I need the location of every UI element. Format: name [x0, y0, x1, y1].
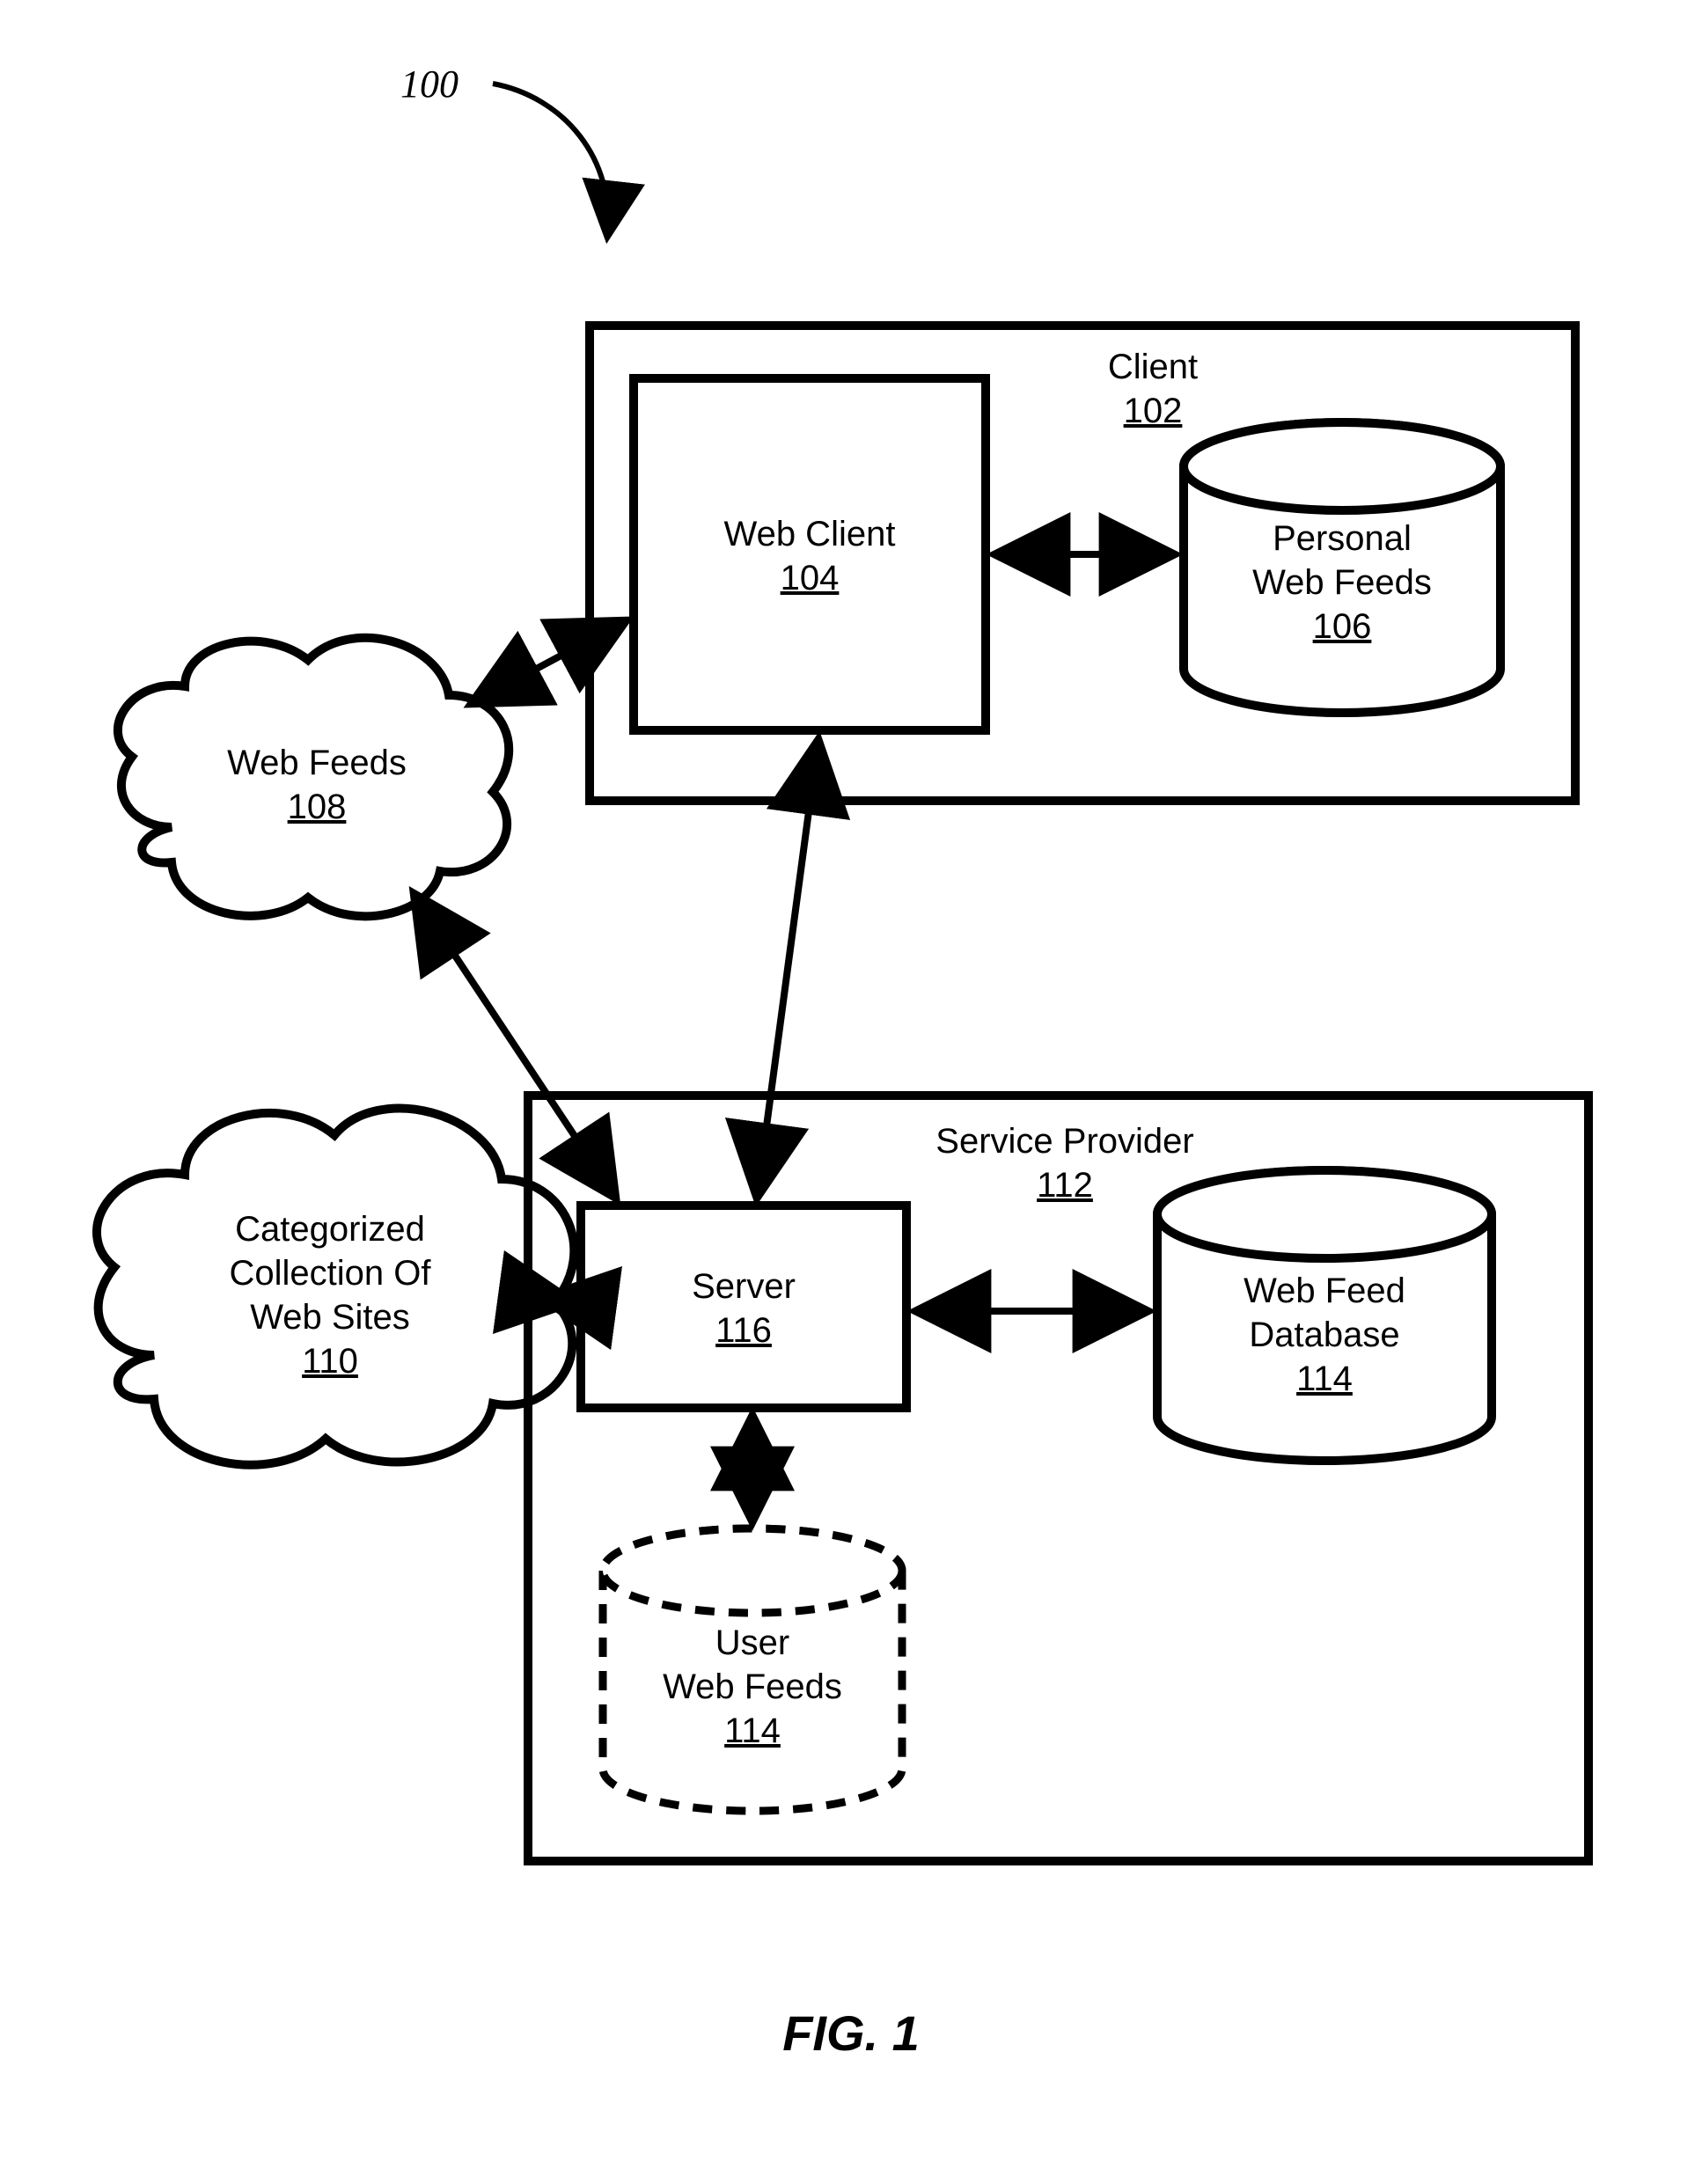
- connector-webclient-server: [757, 739, 818, 1198]
- categorized-line3: Web Sites: [250, 1298, 410, 1337]
- web-feeds-number: 108: [288, 788, 347, 826]
- client-number: 102: [1124, 392, 1183, 430]
- categorized-cloud: Categorized Collection Of Web Sites 110: [97, 1109, 574, 1465]
- web-feed-db-number: 114: [1296, 1360, 1353, 1398]
- figure-number: 100: [400, 62, 459, 106]
- web-feed-db-line2: Database: [1249, 1316, 1399, 1354]
- diagram-stage: 100 Client 102 Web Client 104 Personal W…: [0, 0, 1702, 2184]
- categorized-number: 110: [302, 1342, 358, 1381]
- web-feed-db-line1: Web Feed: [1243, 1272, 1405, 1310]
- service-provider-number: 112: [1037, 1166, 1093, 1205]
- personal-web-feeds-number: 106: [1313, 607, 1372, 646]
- web-client-number: 104: [781, 559, 840, 597]
- user-web-feeds-line2: Web Feeds: [663, 1667, 842, 1706]
- personal-web-feeds-line1: Personal: [1273, 519, 1412, 558]
- service-provider-title: Service Provider: [935, 1122, 1193, 1161]
- server-number: 116: [715, 1311, 772, 1350]
- figure-number-pointer: [493, 84, 608, 238]
- server-title: Server: [692, 1267, 796, 1306]
- personal-web-feeds-cylinder: Personal Web Feeds 106: [1184, 422, 1500, 713]
- web-client-title: Web Client: [724, 515, 896, 553]
- categorized-line1: Categorized: [235, 1210, 425, 1249]
- web-feeds-cloud: Web Feeds 108: [118, 638, 509, 917]
- server-box: [581, 1206, 906, 1408]
- personal-web-feeds-line2: Web Feeds: [1252, 563, 1432, 602]
- web-feed-database-cylinder: Web Feed Database 114: [1157, 1170, 1492, 1461]
- user-web-feeds-cylinder: User Web Feeds 114: [603, 1528, 902, 1811]
- categorized-line2: Collection Of: [230, 1254, 432, 1293]
- figure-caption: FIG. 1: [782, 2005, 920, 2061]
- connector-categorized-server: [541, 1298, 574, 1302]
- web-feeds-title: Web Feeds: [227, 744, 407, 782]
- web-client-box: [634, 378, 986, 730]
- connector-webfeeds-webclient: [471, 620, 627, 704]
- user-web-feeds-number: 114: [724, 1711, 781, 1750]
- client-title: Client: [1108, 348, 1198, 386]
- user-web-feeds-line1: User: [715, 1623, 789, 1662]
- diagram-svg: 100 Client 102 Web Client 104 Personal W…: [0, 0, 1702, 2184]
